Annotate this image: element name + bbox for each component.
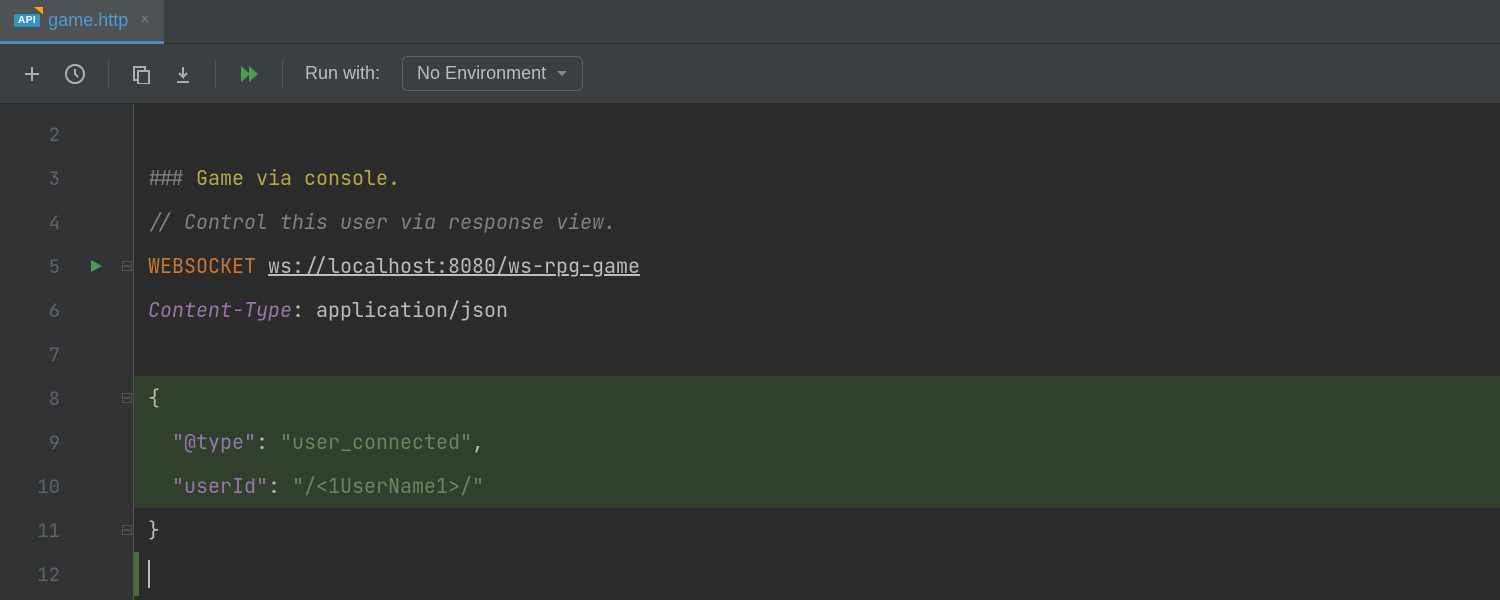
line-number: 7 <box>0 332 72 376</box>
run-all-icon[interactable] <box>238 63 260 85</box>
code-line <box>134 332 1500 376</box>
api-file-icon: API <box>14 14 40 27</box>
code-line: WEBSOCKET ws://localhost:8080/ws-rpg-gam… <box>134 244 1500 288</box>
code-line: { <box>134 376 1500 420</box>
editor-toolbar: Run with: No Environment <box>0 44 1500 104</box>
line-number: 8 <box>0 376 72 420</box>
close-icon[interactable]: × <box>140 11 149 29</box>
code-line: "@type": "user_connected", <box>134 420 1500 464</box>
code-line: "userId": "/<1UserName1>/" <box>134 464 1500 508</box>
line-number: 12 <box>0 552 72 596</box>
run-with-label: Run with: <box>305 63 380 84</box>
tab-filename: game.http <box>48 10 128 31</box>
chevron-down-icon <box>556 65 568 83</box>
file-tab[interactable]: API game.http × <box>0 0 164 44</box>
history-icon[interactable] <box>64 63 86 85</box>
text-cursor-icon <box>148 560 150 588</box>
code-line: Content-Type: application/json <box>134 288 1500 332</box>
line-number: 3 <box>0 156 72 200</box>
code-editor[interactable]: 2 3 4 5 6 7 8 9 10 11 12 <box>0 104 1500 600</box>
code-line <box>134 552 1500 596</box>
line-number: 4 <box>0 200 72 244</box>
gutter-icon-column <box>72 104 120 600</box>
fold-marker-icon[interactable] <box>120 244 133 288</box>
toolbar-divider <box>108 60 109 88</box>
line-number: 11 <box>0 508 72 552</box>
environment-selected: No Environment <box>417 63 546 84</box>
fold-end-icon[interactable] <box>120 508 133 552</box>
run-gutter-icon[interactable] <box>72 244 120 288</box>
line-number: 9 <box>0 420 72 464</box>
import-icon[interactable] <box>173 64 193 84</box>
code-line: ### Game via console. <box>134 156 1500 200</box>
line-number: 2 <box>0 112 72 156</box>
tab-bar: API game.http × <box>0 0 1500 44</box>
toolbar-divider <box>282 60 283 88</box>
copy-icon[interactable] <box>131 64 151 84</box>
environment-select[interactable]: No Environment <box>402 56 583 91</box>
line-number: 5 <box>0 244 72 288</box>
code-line: // Control this user via response view. <box>134 200 1500 244</box>
modification-marker-icon <box>134 552 139 596</box>
fold-marker-icon[interactable] <box>120 376 133 420</box>
toolbar-divider <box>215 60 216 88</box>
fold-column <box>120 104 134 600</box>
code-content[interactable]: ### Game via console. // Control this us… <box>134 104 1500 600</box>
code-line <box>134 112 1500 156</box>
add-icon[interactable] <box>22 64 42 84</box>
line-number: 6 <box>0 288 72 332</box>
code-line: } <box>134 508 1500 552</box>
line-number-gutter: 2 3 4 5 6 7 8 9 10 11 12 <box>0 104 72 600</box>
line-number: 10 <box>0 464 72 508</box>
